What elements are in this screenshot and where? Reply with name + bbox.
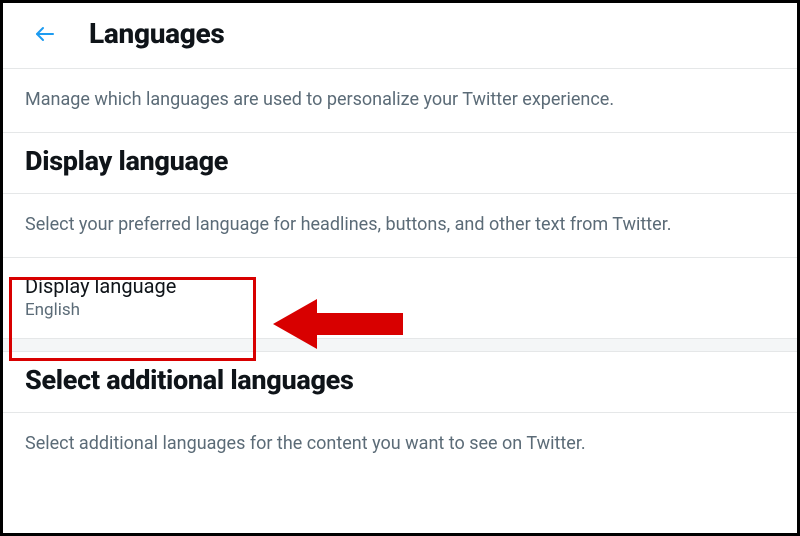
settings-header: Languages <box>3 3 797 68</box>
intro-description: Manage which languages are used to perso… <box>3 69 797 132</box>
display-language-row-label: Display language <box>25 274 775 298</box>
section-gap <box>3 339 797 351</box>
display-language-row[interactable]: Display language English <box>3 258 797 338</box>
display-language-heading: Display language <box>3 133 797 193</box>
additional-languages-description: Select additional languages for the cont… <box>3 413 797 476</box>
display-language-row-value: English <box>25 300 775 320</box>
additional-languages-heading: Select additional languages <box>3 352 797 412</box>
page-title: Languages <box>89 17 224 50</box>
back-arrow-icon[interactable] <box>33 22 57 46</box>
display-language-description: Select your preferred language for headl… <box>3 194 797 257</box>
